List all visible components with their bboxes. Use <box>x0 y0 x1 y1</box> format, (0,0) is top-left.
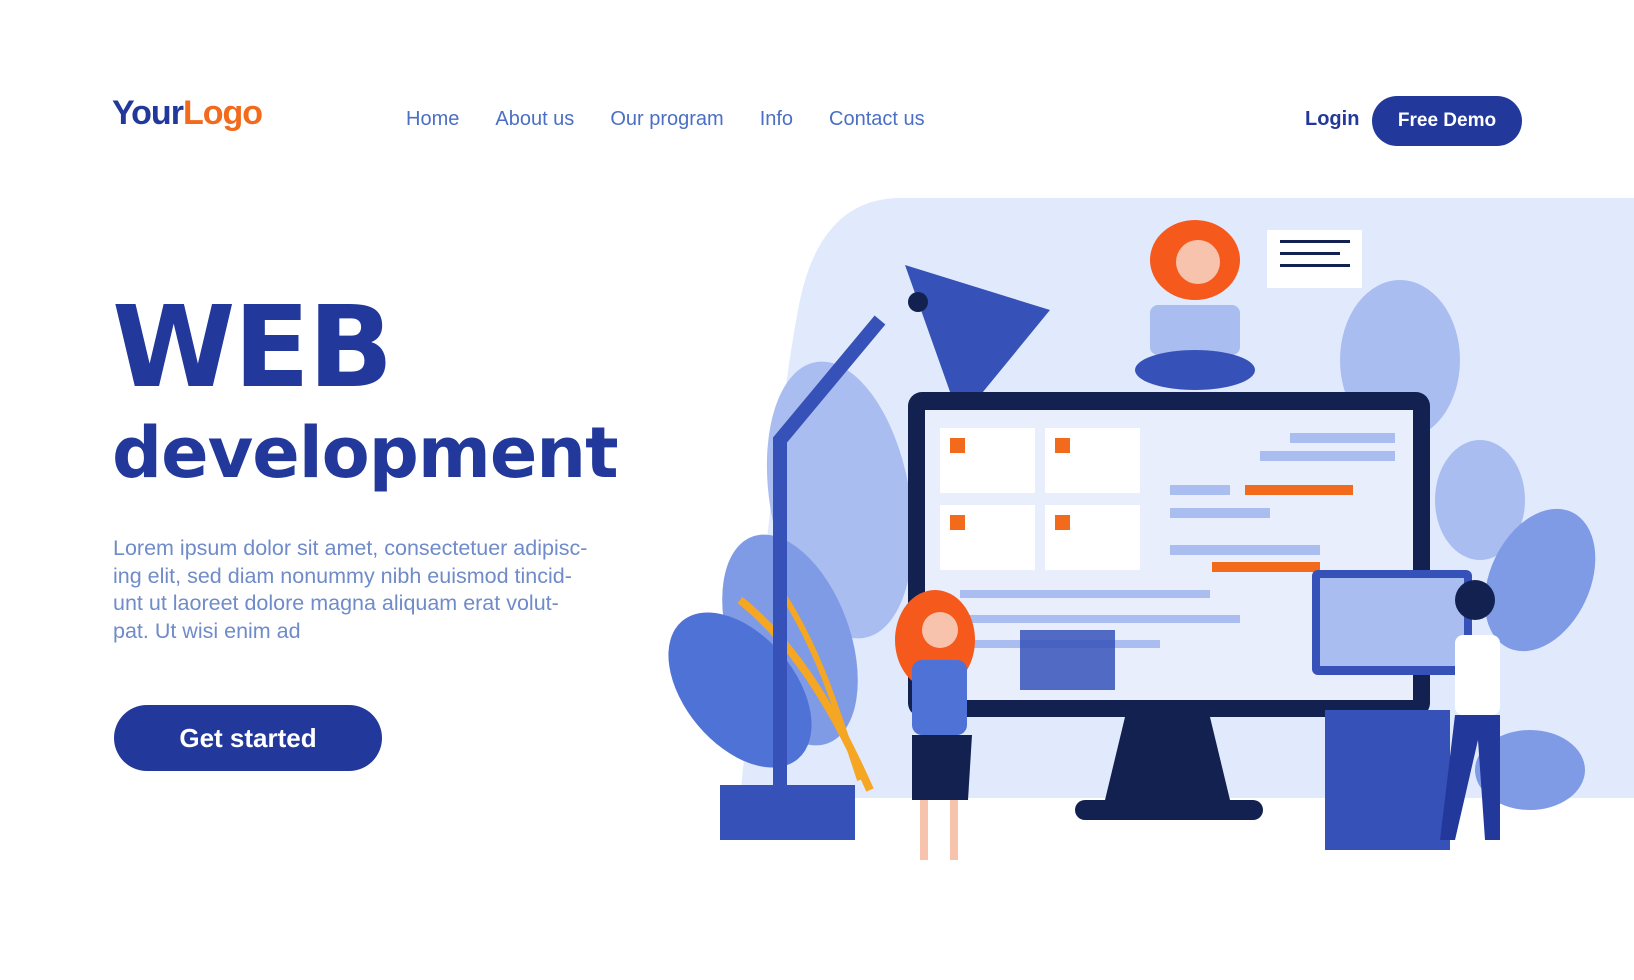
code-card-icon <box>1267 230 1362 288</box>
web-development-illustration <box>668 198 1634 860</box>
